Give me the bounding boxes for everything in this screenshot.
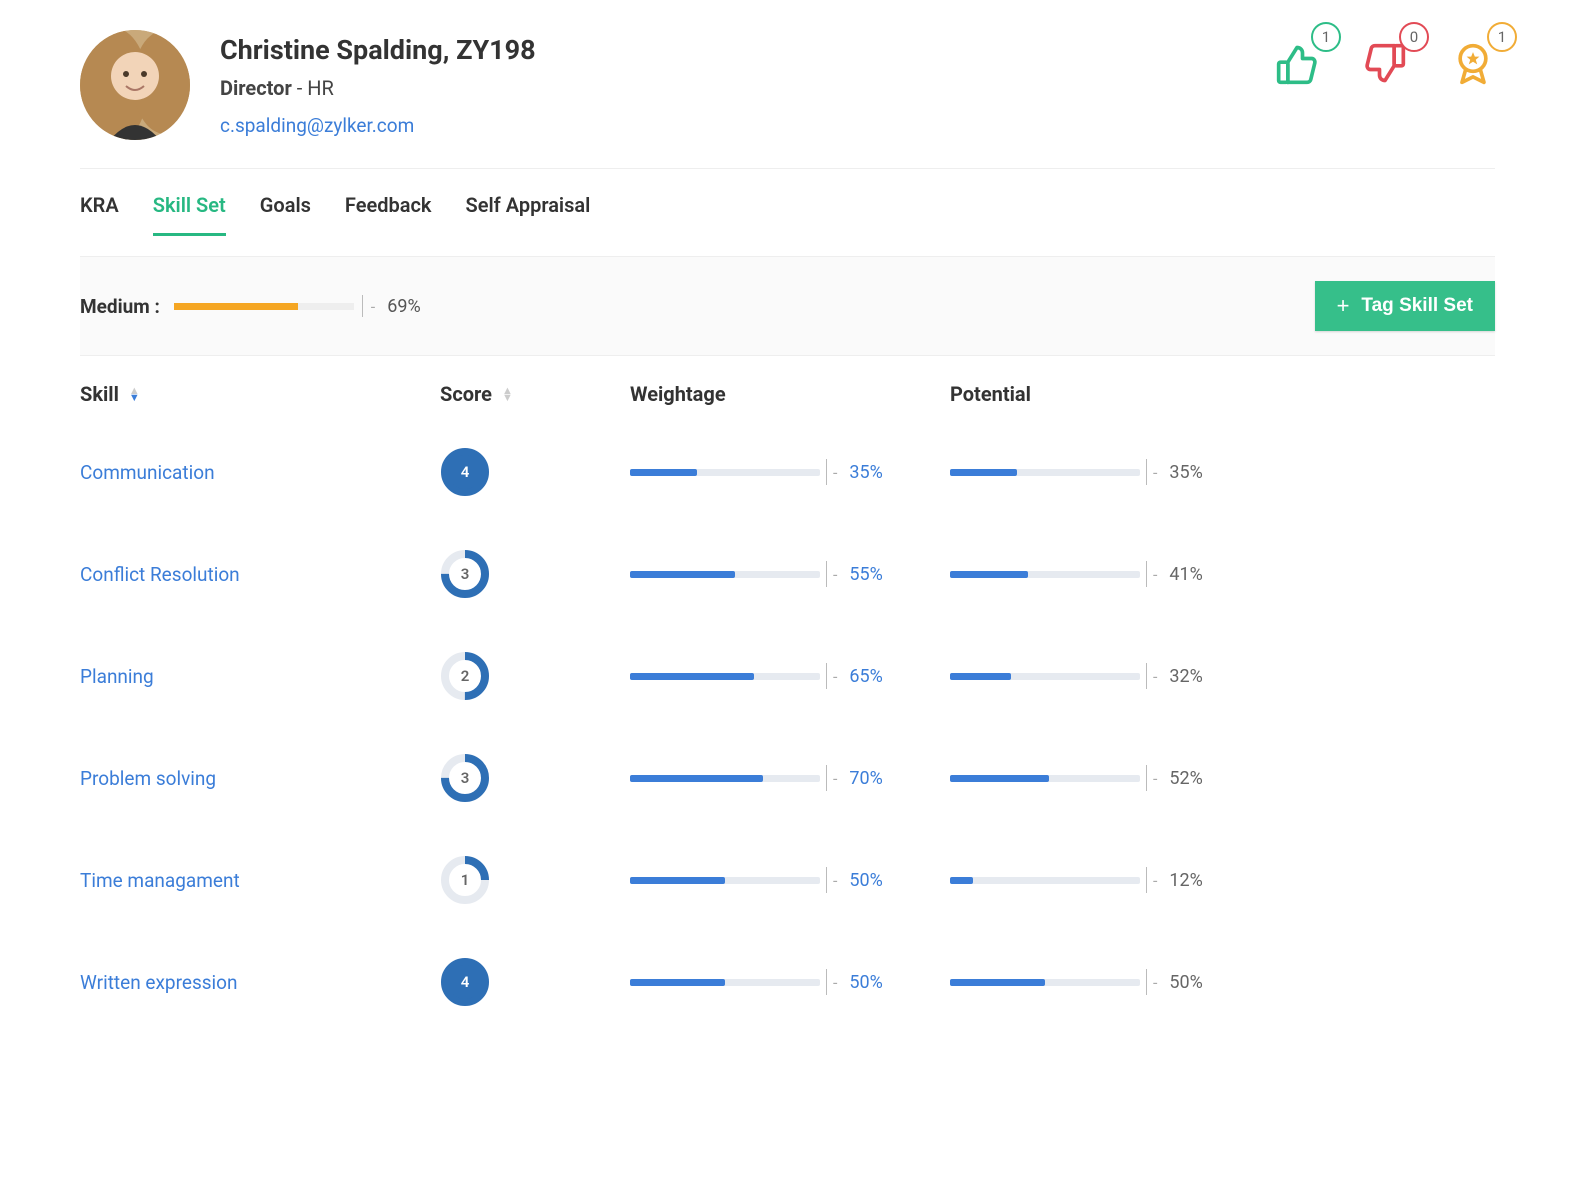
skill-link[interactable]: Conflict Resolution [80, 563, 240, 586]
potential-bar: - 35% [950, 459, 1270, 485]
table-row: Conflict Resolution 3 - 55% [80, 523, 1495, 625]
table-row: Communication 4 - 35% - [80, 421, 1495, 523]
tag-skill-set-button[interactable]: + Tag Skill Set [1315, 281, 1495, 331]
potential-bar: - 52% [950, 765, 1270, 791]
score-value: 1 [440, 855, 490, 905]
potential-value: 32% [1169, 666, 1202, 687]
medium-percent: 69% [387, 296, 420, 317]
score-value: 2 [440, 651, 490, 701]
avatar[interactable] [80, 30, 190, 140]
table-row: Planning 2 - 65% - [80, 625, 1495, 727]
potential-bar: - 50% [950, 969, 1270, 995]
th-score[interactable]: Score ▲▼ [440, 382, 630, 406]
medium-label: Medium : [80, 295, 160, 318]
th-skill[interactable]: Skill ▲▼ [80, 382, 440, 406]
table-header: Skill ▲▼ Score ▲▼ Weightage Potential [80, 356, 1495, 421]
medium-track [174, 303, 354, 310]
weightage-bar: - 65% [630, 663, 950, 689]
role-title: Director [220, 76, 292, 100]
tab-self-appraisal[interactable]: Self Appraisal [465, 193, 590, 236]
tab-feedback[interactable]: Feedback [345, 193, 432, 236]
table-row: Problem solving 3 - 70% - [80, 727, 1495, 829]
weightage-value: 65% [849, 666, 882, 687]
skill-link[interactable]: Problem solving [80, 767, 216, 790]
score-value: 4 [448, 455, 482, 489]
like-button[interactable]: 1 [1275, 42, 1319, 86]
th-score-label: Score [440, 382, 492, 406]
tab-skill-set[interactable]: Skill Set [153, 193, 226, 236]
weightage-value: 35% [849, 462, 882, 483]
score-ring: 2 [440, 651, 490, 701]
weightage-bar: - 55% [630, 561, 950, 587]
plus-icon: + [1337, 295, 1350, 317]
person-role: Director - HR [220, 76, 1275, 100]
potential-bar: - 32% [950, 663, 1270, 689]
role-separator: - [297, 76, 308, 100]
weightage-bar: - 50% [630, 867, 950, 893]
weightage-bar: - 70% [630, 765, 950, 791]
medium-row: Medium : - 69% + Tag Skill Set [80, 256, 1495, 356]
score-ring: 3 [440, 549, 490, 599]
potential-bar: - 41% [950, 561, 1270, 587]
table-row: Time managament 1 - 50% - [80, 829, 1495, 931]
weightage-value: 50% [849, 870, 882, 891]
skill-link[interactable]: Written expression [80, 971, 238, 994]
award-button[interactable]: 1 [1451, 42, 1495, 86]
score-ring: 4 [440, 957, 490, 1007]
tab-goals[interactable]: Goals [260, 193, 311, 236]
score-ring: 4 [440, 447, 490, 497]
score-ring: 3 [440, 753, 490, 803]
tab-kra[interactable]: KRA [80, 193, 119, 236]
weightage-value: 70% [849, 768, 882, 789]
th-weightage: Weightage [630, 382, 950, 406]
sort-icon: ▲▼ [129, 387, 140, 401]
score-ring: 1 [440, 855, 490, 905]
role-dept: HR [307, 76, 334, 100]
profile-header: Christine Spalding, ZY198 Director - HR … [80, 30, 1495, 169]
potential-value: 12% [1169, 870, 1202, 891]
potential-value: 50% [1169, 972, 1202, 993]
sort-icon: ▲▼ [502, 387, 513, 401]
tabs: KRA Skill Set Goals Feedback Self Apprai… [80, 169, 1495, 256]
dislike-count-badge: 0 [1399, 22, 1429, 52]
dash: - [371, 297, 375, 316]
person-name: Christine Spalding, ZY198 [220, 34, 1275, 66]
person-email[interactable]: c.spalding@zylker.com [220, 114, 1275, 137]
th-skill-label: Skill [80, 382, 119, 406]
weightage-bar: - 35% [630, 459, 950, 485]
medium-bar: - 69% [174, 295, 421, 317]
skill-link[interactable]: Communication [80, 461, 215, 484]
tag-button-label: Tag Skill Set [1361, 295, 1473, 317]
potential-value: 52% [1169, 768, 1202, 789]
th-weightage-label: Weightage [630, 382, 726, 406]
dislike-button[interactable]: 0 [1363, 42, 1407, 86]
table-row: Written expression 4 - 50% [80, 931, 1495, 1033]
skill-link[interactable]: Time managament [80, 869, 240, 892]
potential-value: 41% [1169, 564, 1202, 585]
th-potential: Potential [950, 382, 1270, 406]
skill-link[interactable]: Planning [80, 665, 154, 688]
potential-bar: - 12% [950, 867, 1270, 893]
skill-rows: Communication 4 - 35% - [80, 421, 1495, 1033]
tick-icon [362, 295, 363, 317]
like-count-badge: 1 [1311, 22, 1341, 52]
weightage-value: 50% [849, 972, 882, 993]
medium-fill [174, 303, 298, 310]
score-value: 4 [448, 965, 482, 999]
th-potential-label: Potential [950, 382, 1031, 406]
weightage-bar: - 50% [630, 969, 950, 995]
score-value: 3 [440, 753, 490, 803]
action-icons: 1 0 1 [1275, 30, 1495, 86]
score-value: 3 [440, 549, 490, 599]
award-count-badge: 1 [1487, 22, 1517, 52]
potential-value: 35% [1169, 462, 1202, 483]
person-info: Christine Spalding, ZY198 Director - HR … [220, 30, 1275, 137]
weightage-value: 55% [849, 564, 882, 585]
